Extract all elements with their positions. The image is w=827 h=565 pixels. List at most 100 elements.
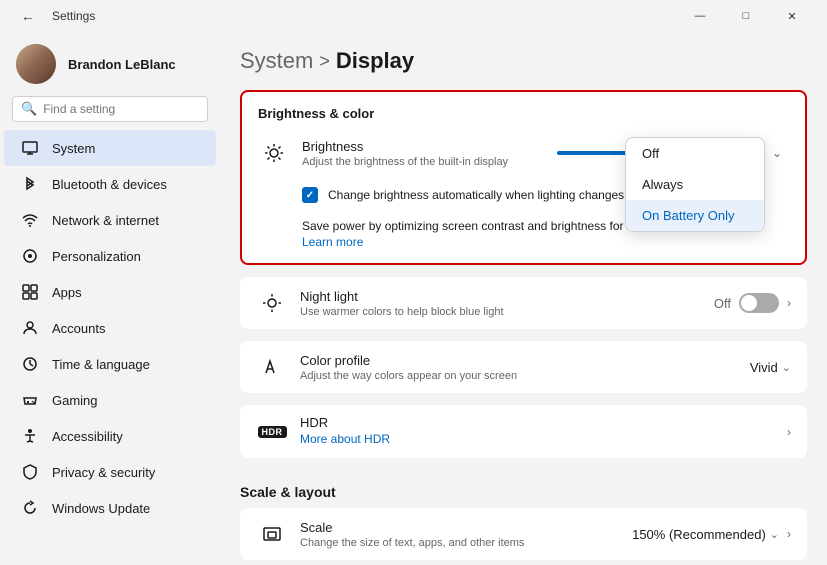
hdr-icon: HDR [256,416,288,448]
user-name: Brandon LeBlanc [68,57,176,72]
auto-brightness-checkbox[interactable]: ✓ [302,187,318,203]
search-input[interactable] [43,102,199,116]
night-light-arrow[interactable]: › [787,296,791,310]
brightness-chevron[interactable]: ⌄ [765,141,789,165]
sidebar-item-gaming[interactable]: Gaming [4,382,216,418]
brightness-icon [258,137,290,169]
scale-title: Scale [300,520,632,535]
user-profile: Brandon LeBlanc [0,32,220,92]
checkbox-check-icon: ✓ [306,190,314,201]
sidebar-item-apps[interactable]: Apps [4,274,216,310]
time-icon [20,354,40,374]
hdr-arrow[interactable]: › [787,425,791,439]
sidebar-item-time-label: Time & language [52,357,150,372]
personalization-icon [20,246,40,266]
apps-icon [20,282,40,302]
learn-more-link[interactable]: Learn more [302,235,363,249]
night-light-desc: Use warmer colors to help block blue lig… [300,306,714,318]
sidebar-item-network[interactable]: Network & internet [4,202,216,238]
main-content: System > Display Brightness & color [220,32,827,565]
scale-desc: Change the size of text, apps, and other… [300,537,632,549]
color-profile-desc: Adjust the way colors appear on your scr… [300,370,750,382]
sidebar-item-apps-label: Apps [52,285,82,300]
accounts-icon [20,318,40,338]
color-profile-card: Color profile Adjust the way colors appe… [240,341,807,393]
bluetooth-icon [20,174,40,194]
color-profile-icon [256,351,288,383]
sidebar-item-system-label: System [52,141,95,156]
minimize-button[interactable]: — [677,0,723,32]
titlebar-title: Settings [52,9,95,23]
sidebar-item-update[interactable]: Windows Update [4,490,216,526]
brightness-title: Brightness [302,139,557,154]
avatar [16,44,56,84]
brightness-section-label: Brightness & color [242,92,805,127]
update-icon [20,498,40,518]
color-profile-title: Color profile [300,353,750,368]
night-light-status: Off [714,296,731,311]
sidebar-item-bluetooth[interactable]: Bluetooth & devices [4,166,216,202]
breadcrumb-arrow: > [319,51,330,72]
sidebar-item-personalization-label: Personalization [52,249,141,264]
color-profile-value: Vivid [750,360,778,375]
search-box[interactable]: 🔍 [12,96,208,122]
sidebar-item-privacy-label: Privacy & security [52,465,155,480]
dropdown-option-battery[interactable]: On Battery Only [626,200,764,231]
titlebar: ← Settings — □ ✕ [0,0,827,32]
night-light-card: Night light Use warmer colors to help bl… [240,277,807,329]
night-light-title: Night light [300,289,714,304]
sidebar-item-update-label: Windows Update [52,501,150,516]
scale-select[interactable]: 150% (Recommended) ⌄ [632,527,779,542]
dropdown-option-off[interactable]: Off [626,138,764,169]
auto-brightness-label: Change brightness automatically when lig… [328,188,624,202]
brightness-color-card: Brightness & color [240,90,807,265]
hdr-link[interactable]: More about HDR [300,432,390,446]
night-light-toggle-thumb [741,295,757,311]
hdr-title: HDR [300,415,787,430]
sidebar-item-gaming-label: Gaming [52,393,98,408]
brightness-dropdown: Off Always On Battery Only [625,137,765,232]
scale-card: Scale Change the size of text, apps, and… [240,508,807,560]
hdr-row: HDR HDR More about HDR › [240,405,807,458]
night-light-row: Night light Use warmer colors to help bl… [240,277,807,329]
sidebar-item-accessibility[interactable]: Accessibility [4,418,216,454]
scale-row: Scale Change the size of text, apps, and… [240,508,807,560]
sidebar-item-privacy[interactable]: Privacy & security [4,454,216,490]
hdr-badge: HDR [258,426,287,438]
sidebar-item-time[interactable]: Time & language [4,346,216,382]
breadcrumb-system: System [240,48,313,74]
sidebar-item-network-label: Network & internet [52,213,159,228]
scale-arrow[interactable]: › [787,527,791,541]
brightness-desc: Adjust the brightness of the built-in di… [302,156,557,168]
sidebar-item-system[interactable]: System [4,130,216,166]
back-button[interactable]: ← [12,0,44,32]
page-title: Display [336,48,414,74]
sidebar-item-accounts-label: Accounts [52,321,105,336]
color-profile-select[interactable]: Vivid ⌄ [750,360,791,375]
page-header: System > Display [240,48,807,74]
network-icon [20,210,40,230]
night-light-icon [256,287,288,319]
gaming-icon [20,390,40,410]
brightness-row: Brightness Adjust the brightness of the … [242,127,805,179]
color-profile-row: Color profile Adjust the way colors appe… [240,341,807,393]
scale-layout-label: Scale & layout [240,470,807,508]
sidebar-item-accessibility-label: Accessibility [52,429,123,444]
search-icon: 🔍 [21,101,37,117]
system-icon [20,138,40,158]
privacy-icon [20,462,40,482]
color-profile-chevron: ⌄ [782,361,791,374]
sidebar-item-accounts[interactable]: Accounts [4,310,216,346]
scale-icon [256,518,288,550]
night-light-toggle[interactable] [739,293,779,313]
scale-chevron: ⌄ [770,528,779,541]
dropdown-option-always[interactable]: Always [626,169,764,200]
sidebar-item-personalization[interactable]: Personalization [4,238,216,274]
sidebar-item-bluetooth-label: Bluetooth & devices [52,177,167,192]
maximize-button[interactable]: □ [723,0,769,32]
close-button[interactable]: ✕ [769,0,815,32]
accessibility-icon [20,426,40,446]
scale-value: 150% (Recommended) [632,527,766,542]
hdr-card: HDR HDR More about HDR › [240,405,807,458]
sidebar: Brandon LeBlanc 🔍 System Bluetoot [0,32,220,565]
